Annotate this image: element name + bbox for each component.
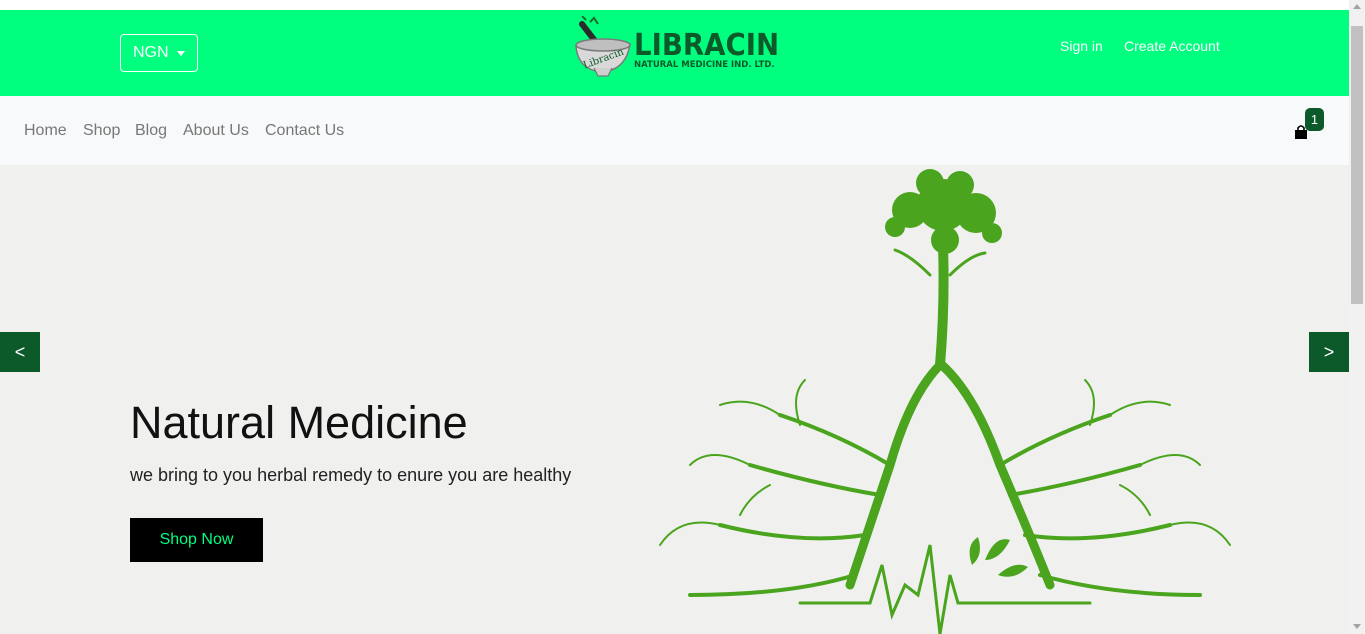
scroll-down-arrow-icon[interactable] <box>1353 624 1361 629</box>
top-header: NGN Libracin LIBRACIN NATURAL MEDICINE I… <box>0 10 1349 96</box>
caret-down-icon <box>176 50 185 56</box>
currency-dropdown[interactable]: NGN <box>120 34 198 72</box>
scrollbar-thumb[interactable] <box>1351 26 1363 304</box>
hero-carousel: Natural Medicine we bring to you herbal … <box>0 165 1349 634</box>
sign-in-link[interactable]: Sign in <box>1060 38 1103 54</box>
hero-subtitle: we bring to you herbal remedy to enure y… <box>130 465 572 485</box>
top-strip <box>0 0 1349 10</box>
scroll-up-arrow-icon[interactable] <box>1353 4 1361 9</box>
carousel-prev-button[interactable]: < <box>0 332 40 372</box>
hero-title: Natural Medicine <box>130 397 468 448</box>
lungs-tree-illustration <box>659 169 1231 634</box>
cart-button[interactable]: 1 <box>1292 108 1326 144</box>
site-logo[interactable]: Libracin LIBRACIN NATURAL MEDICINE IND. … <box>572 16 784 80</box>
cart-count-badge: 1 <box>1305 108 1324 131</box>
nav-blog[interactable]: Blog <box>135 122 167 140</box>
shop-now-button[interactable]: Shop Now <box>130 518 263 562</box>
main-navbar: Home Shop Blog About Us Contact Us 1 <box>0 96 1349 165</box>
carousel-next-button[interactable]: > <box>1309 332 1349 372</box>
nav-contact-us[interactable]: Contact Us <box>265 122 344 140</box>
logo-subtitle: NATURAL MEDICINE IND. LTD. <box>634 60 775 70</box>
logo-title: LIBRACIN <box>634 28 780 63</box>
nav-home[interactable]: Home <box>24 122 67 140</box>
currency-label: NGN <box>133 44 169 61</box>
nav-about-us[interactable]: About Us <box>183 122 249 140</box>
mortar-pestle-icon: Libracin <box>575 16 631 77</box>
create-account-link[interactable]: Create Account <box>1124 38 1220 54</box>
nav-shop[interactable]: Shop <box>83 122 120 140</box>
